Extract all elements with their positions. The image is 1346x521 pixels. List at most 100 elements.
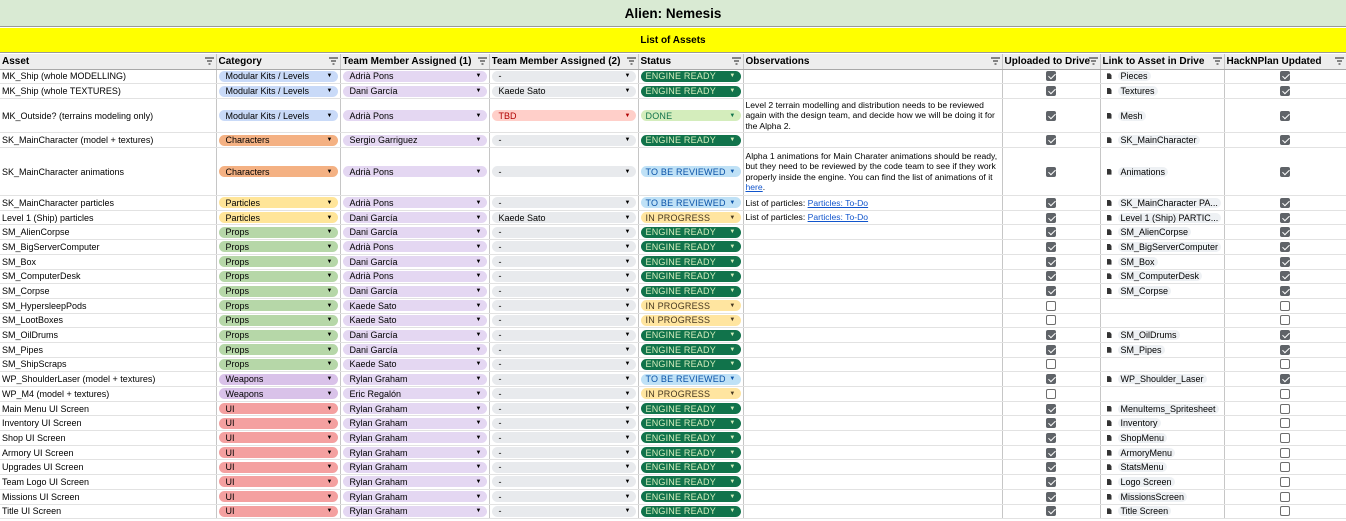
status-chip[interactable]: ENGINE READY ▼ [640,358,741,370]
category-cell[interactable]: Particles ▼ [216,210,341,226]
hacknplan-checkbox[interactable] [1280,315,1290,326]
chevron-down-icon[interactable]: ▼ [476,406,482,412]
asset-cell[interactable]: SK_MainCharacter animations [0,147,217,197]
hacknplan-cell[interactable] [1224,342,1346,358]
category-chip[interactable]: Props ▼ [218,300,338,312]
hacknplan-cell[interactable] [1224,459,1346,476]
drive-link-label[interactable]: SM_Corpse [1117,286,1172,297]
category-cell[interactable]: Modular Kits / Levels ▼ [216,98,341,134]
uploaded-cell[interactable] [1002,415,1101,432]
status-chip[interactable]: ENGINE READY ▼ [640,403,741,415]
member1-chip[interactable]: Adrià Pons ▼ [342,70,487,82]
chevron-down-icon[interactable]: ▼ [476,303,482,309]
chevron-down-icon[interactable]: ▼ [476,361,482,367]
chevron-down-icon[interactable]: ▼ [729,73,735,79]
drive-link-cell[interactable] [1100,298,1225,314]
drive-link-label[interactable]: Animations [1117,166,1169,177]
hacknplan-checkbox[interactable] [1280,197,1290,208]
member1-chip[interactable]: Rylan Graham ▼ [342,373,487,385]
observations-cell[interactable] [743,371,1003,387]
asset-cell[interactable]: SM_HypersleepPods [0,298,217,314]
member1-chip[interactable]: Adrià Pons ▼ [342,270,487,282]
member1-cell[interactable]: Adrià Pons ▼ [340,98,490,134]
status-cell[interactable]: ENGINE READY ▼ [638,224,744,241]
uploaded-checkbox[interactable] [1046,86,1056,97]
member1-chip[interactable]: Kaede Sato ▼ [342,300,487,312]
member1-chip[interactable]: Kaede Sato ▼ [342,358,487,370]
uploaded-cell[interactable] [1002,430,1101,446]
chevron-down-icon[interactable]: ▼ [729,450,735,456]
chevron-down-icon[interactable]: ▼ [327,479,333,485]
drive-link-label[interactable]: WP_Shoulder_Laser [1117,374,1207,385]
asset-cell[interactable]: SM_Pipes [0,342,217,358]
member1-cell[interactable]: Rylan Graham ▼ [340,489,490,505]
status-chip[interactable]: ENGINE READY ▼ [640,417,741,429]
hacknplan-checkbox[interactable] [1280,241,1290,252]
filter-icon[interactable] [477,57,487,65]
chevron-down-icon[interactable]: ▼ [625,88,631,94]
chevron-down-icon[interactable]: ▼ [625,244,631,250]
member2-cell[interactable]: - ▼ [489,445,639,461]
status-cell[interactable]: ENGINE READY ▼ [638,415,744,432]
chevron-down-icon[interactable]: ▼ [327,73,333,79]
status-cell[interactable]: IN PROGRESS ▼ [638,210,744,226]
member1-cell[interactable]: Dani García ▼ [340,210,490,226]
chevron-down-icon[interactable]: ▼ [327,244,333,250]
observations-cell[interactable] [743,69,1003,85]
member2-chip[interactable]: - ▼ [491,329,636,341]
member2-chip[interactable]: Kaede Sato ▼ [491,212,636,224]
uploaded-checkbox[interactable] [1046,491,1056,502]
observations-cell[interactable]: List of particles: Particles: To-Do [743,210,1003,226]
member2-cell[interactable]: - ▼ [489,195,639,211]
member2-cell[interactable]: - ▼ [489,147,639,197]
category-chip[interactable]: Props ▼ [218,314,338,326]
chevron-down-icon[interactable]: ▼ [476,317,482,323]
observations-cell[interactable] [743,415,1003,432]
hacknplan-checkbox[interactable] [1280,256,1290,267]
observations-cell[interactable] [743,283,1003,299]
hacknplan-checkbox[interactable] [1280,286,1290,297]
drive-link-chip[interactable]: Level 1 (Ship) PARTIC... [1103,212,1222,223]
observations-cell[interactable] [743,459,1003,476]
uploaded-cell[interactable] [1002,69,1101,85]
uploaded-checkbox[interactable] [1046,476,1056,487]
category-cell[interactable]: Props ▼ [216,239,341,255]
chevron-down-icon[interactable]: ▼ [327,361,333,367]
drive-link-chip[interactable]: Title Screen [1103,506,1222,517]
member1-chip[interactable]: Rylan Graham ▼ [342,403,487,415]
chevron-down-icon[interactable]: ▼ [729,215,735,221]
observations-cell[interactable] [743,224,1003,241]
member2-cell[interactable]: - ▼ [489,489,639,505]
hacknplan-checkbox[interactable] [1280,212,1290,223]
member2-cell[interactable]: - ▼ [489,357,639,373]
uploaded-checkbox[interactable] [1046,462,1056,473]
drive-link-cell[interactable]: ShopMenu [1100,430,1225,446]
status-chip[interactable]: ENGINE READY ▼ [640,270,741,282]
drive-link-cell[interactable]: Title Screen [1100,504,1225,520]
hacknplan-cell[interactable] [1224,83,1346,99]
chevron-down-icon[interactable]: ▼ [476,391,482,397]
status-cell[interactable]: ENGINE READY ▼ [638,445,744,461]
status-chip[interactable]: TO BE REVIEWED ▼ [640,197,741,209]
member1-chip[interactable]: Adrià Pons ▼ [342,166,487,178]
status-chip[interactable]: ENGINE READY ▼ [640,226,741,238]
status-cell[interactable]: ENGINE READY ▼ [638,401,744,417]
chevron-down-icon[interactable]: ▼ [327,406,333,412]
member1-chip[interactable]: Dani García ▼ [342,285,487,297]
member1-cell[interactable]: Rylan Graham ▼ [340,459,490,476]
asset-cell[interactable]: SM_BigServerComputer [0,239,217,255]
member2-cell[interactable]: Kaede Sato ▼ [489,83,639,99]
asset-cell[interactable]: MK_Ship (whole TEXTURES) [0,83,217,99]
member2-cell[interactable]: - ▼ [489,401,639,417]
status-chip[interactable]: IN PROGRESS ▼ [640,212,741,224]
member2-cell[interactable]: Kaede Sato ▼ [489,210,639,226]
drive-link-cell[interactable]: SM_BigServerComputer [1100,239,1225,255]
drive-link-cell[interactable]: Pieces [1100,69,1225,85]
uploaded-cell[interactable] [1002,445,1101,461]
chevron-down-icon[interactable]: ▼ [729,347,735,353]
drive-link-label[interactable]: ShopMenu [1117,432,1168,443]
chevron-down-icon[interactable]: ▼ [729,137,735,143]
drive-link-cell[interactable]: SM_Box [1100,254,1225,270]
member1-cell[interactable]: Rylan Graham ▼ [340,415,490,432]
category-chip[interactable]: Props ▼ [218,256,338,268]
